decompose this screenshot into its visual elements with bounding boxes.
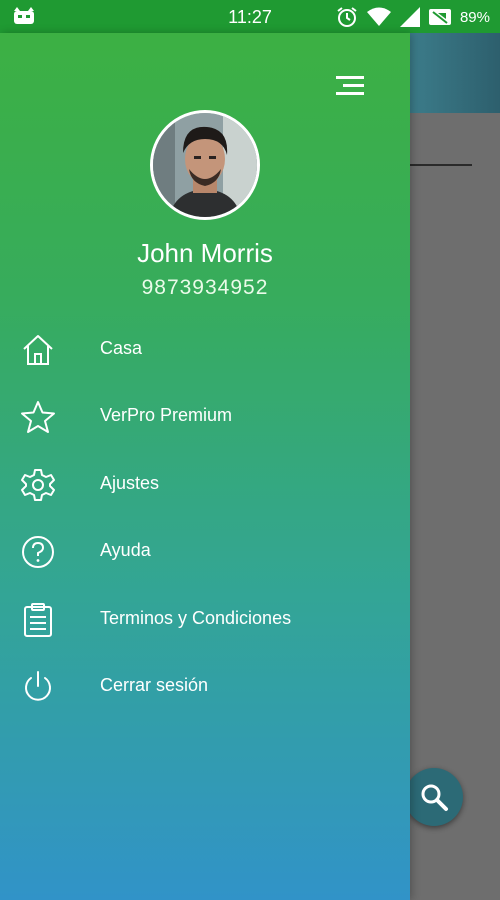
nav-item-casa[interactable]: Casa <box>0 320 410 380</box>
search-icon <box>421 784 448 811</box>
nav-label: VerPro Premium <box>100 405 233 425</box>
background-divider <box>410 164 472 166</box>
nav-label: Casa <box>100 338 143 358</box>
star-icon <box>21 401 55 433</box>
search-fab[interactable] <box>405 768 463 826</box>
user-name: John Morris <box>137 238 273 268</box>
clipboard-icon <box>24 603 52 637</box>
power-icon <box>25 671 51 701</box>
alarm-icon <box>337 7 357 27</box>
nav-label: Ajustes <box>100 473 160 493</box>
avatar[interactable] <box>150 110 260 220</box>
status-bar: 11:27 89% <box>0 0 500 33</box>
background-toolbar <box>410 33 500 113</box>
wifi-icon <box>366 7 391 26</box>
nav-item-terminos[interactable]: Terminos y Condiciones <box>0 590 410 650</box>
nav-item-cerrar-sesion[interactable]: Cerrar sesión <box>0 657 410 717</box>
nav-item-ajustes[interactable]: Ajustes <box>0 455 410 515</box>
navigation-drawer: John Morris 9873934952 Casa VerPro Premi… <box>0 33 410 900</box>
nav-label: Terminos y Condiciones <box>100 608 292 628</box>
help-icon <box>22 536 54 568</box>
nav-item-verpro-premium[interactable]: VerPro Premium <box>0 387 410 447</box>
avatar-photo <box>153 113 257 217</box>
gear-icon <box>21 469 55 501</box>
no-sim-icon <box>428 9 451 25</box>
home-icon <box>23 335 53 365</box>
signal-icon <box>399 7 420 27</box>
nav-label: Cerrar sesión <box>100 675 209 695</box>
battery-percentage: 89% <box>459 8 490 26</box>
nav-item-ayuda[interactable]: Ayuda <box>0 522 410 582</box>
hamburger-menu-icon[interactable] <box>334 73 368 99</box>
user-phone: 9873934952 <box>141 276 269 299</box>
nav-label: Ayuda <box>100 540 151 560</box>
